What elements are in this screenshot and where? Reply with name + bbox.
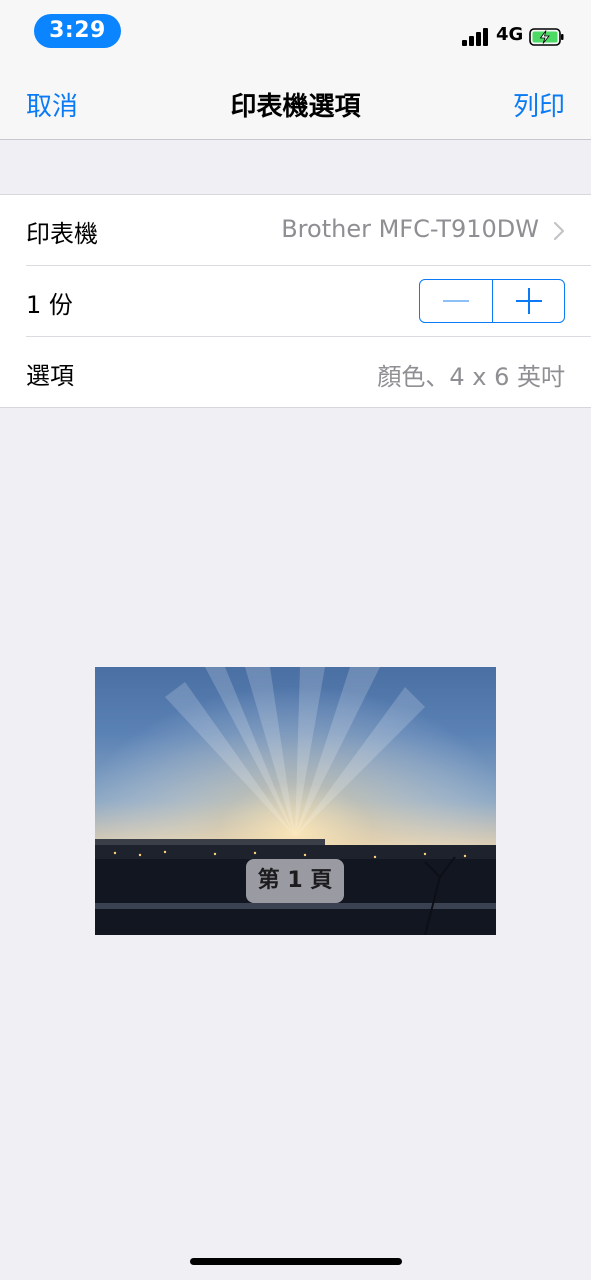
printer-value: Brother MFC-T910DW — [281, 215, 539, 243]
printer-settings-group: 印表機 Brother MFC-T910DW 1 份 選項 顏色、4 x 6 英… — [0, 194, 591, 408]
decrement-button[interactable] — [420, 280, 493, 322]
options-label: 選項 — [26, 362, 74, 390]
minus-icon — [443, 300, 469, 302]
options-value: 顏色、4 x 6 英吋 — [377, 363, 565, 391]
status-time[interactable]: 3:29 — [34, 14, 121, 48]
page-title: 印表機選項 — [230, 92, 361, 122]
printer-label: 印表機 — [26, 220, 98, 248]
page-number-badge: 第 1 頁 — [246, 859, 344, 903]
nav-bar: 取消 印表機選項 列印 — [0, 64, 591, 140]
print-button[interactable]: 列印 — [513, 86, 565, 123]
home-indicator[interactable] — [190, 1258, 402, 1265]
options-row[interactable]: 選項 顏色、4 x 6 英吋 — [26, 337, 591, 407]
network-type: 4G — [496, 24, 524, 45]
chevron-right-icon — [553, 221, 565, 241]
signal-icon — [462, 26, 490, 46]
printer-row[interactable]: 印表機 Brother MFC-T910DW — [26, 195, 591, 266]
copies-row: 1 份 — [26, 266, 591, 337]
status-bar: 3:29 4G — [0, 0, 591, 64]
battery-charging-icon — [529, 28, 564, 46]
increment-button[interactable] — [493, 280, 565, 322]
copies-stepper[interactable] — [419, 279, 565, 323]
copies-label: 1 份 — [26, 291, 73, 319]
